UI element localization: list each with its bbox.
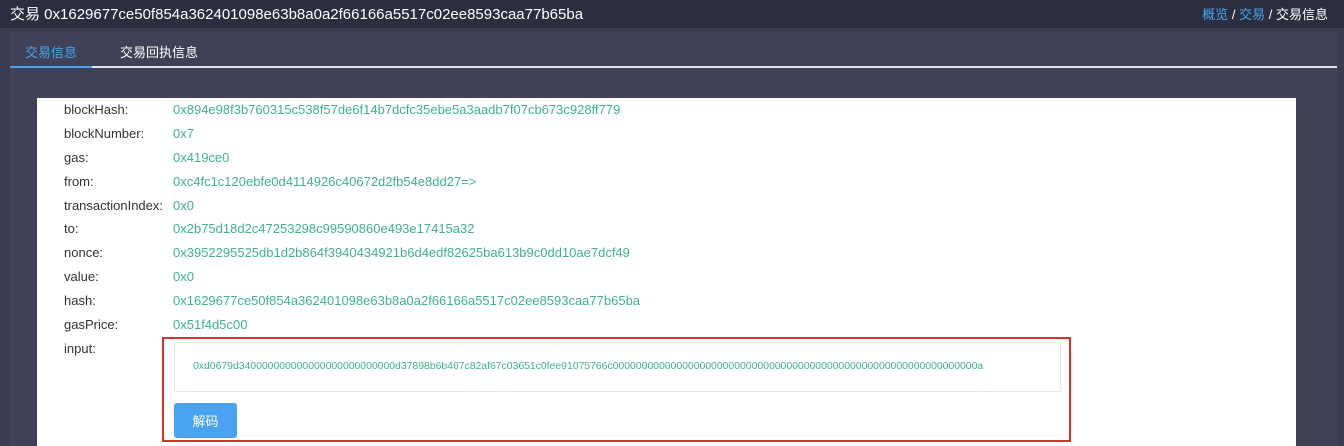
breadcrumb: 概览 / 交易 / 交易信息 (1202, 4, 1328, 23)
field-key: transactionIndex: (64, 198, 164, 213)
field-key: gas: (64, 150, 89, 165)
field-key: from: (64, 174, 94, 189)
input-data-value: 0xd0679d340000000000000000000000000d3789… (193, 360, 984, 372)
breadcrumb-overview-link[interactable]: 概览 (1202, 7, 1228, 22)
field-value: 0x7 (173, 126, 194, 141)
field-key: input: (64, 341, 96, 356)
page-title: 交易 0x1629677ce50f854a362401098e63b8a0a2f… (10, 6, 584, 23)
field-value: 0x894e98f3b760315c538f57de6f14b7dcfc35eb… (173, 102, 621, 117)
field-value: 0x0 (173, 198, 194, 213)
field-value: 0x51f4d5c00 (173, 317, 248, 332)
breadcrumb-separator: / (1268, 7, 1273, 22)
field-key: blockNumber: (64, 126, 145, 141)
tab-bar: 交易信息 交易回执信息 (10, 32, 1337, 68)
field-value: 0x1629677ce50f854a362401098e63b8a0a2f661… (173, 293, 641, 308)
field-value: 0xc4fc1c120ebfe0d4114926c40672d2fb54e8dd… (173, 174, 477, 189)
tab-transaction-info[interactable]: 交易信息 (10, 42, 92, 68)
input-data-box: 0xd0679d340000000000000000000000000d3789… (174, 342, 1061, 392)
breadcrumb-transactions-link[interactable]: 交易 (1239, 7, 1265, 22)
decode-button[interactable]: 解码 (174, 403, 237, 438)
field-key: nonce: (64, 245, 104, 260)
field-key: to: (64, 221, 79, 236)
field-key: blockHash: (64, 102, 129, 117)
field-value: 0x0 (173, 269, 194, 284)
field-key: value: (64, 269, 99, 284)
field-value: 0x3952295525db1d2b864f3940434921b6d4edf8… (173, 245, 630, 260)
field-value: 0x419ce0 (173, 150, 230, 165)
field-key: hash: (64, 293, 96, 308)
tab-transaction-receipt[interactable]: 交易回执信息 (120, 42, 198, 61)
breadcrumb-separator: / (1231, 7, 1236, 22)
top-bar: 交易 0x1629677ce50f854a362401098e63b8a0a2f… (0, 0, 1344, 28)
field-value: 0x2b75d18d2c47253298c99590860e493e17415a… (173, 221, 475, 236)
breadcrumb-current: 交易信息 (1275, 7, 1328, 22)
field-key: gasPrice: (64, 317, 119, 332)
transaction-details: blockHash: 0x894e98f3b760315c538f57de6f1… (37, 98, 1296, 446)
